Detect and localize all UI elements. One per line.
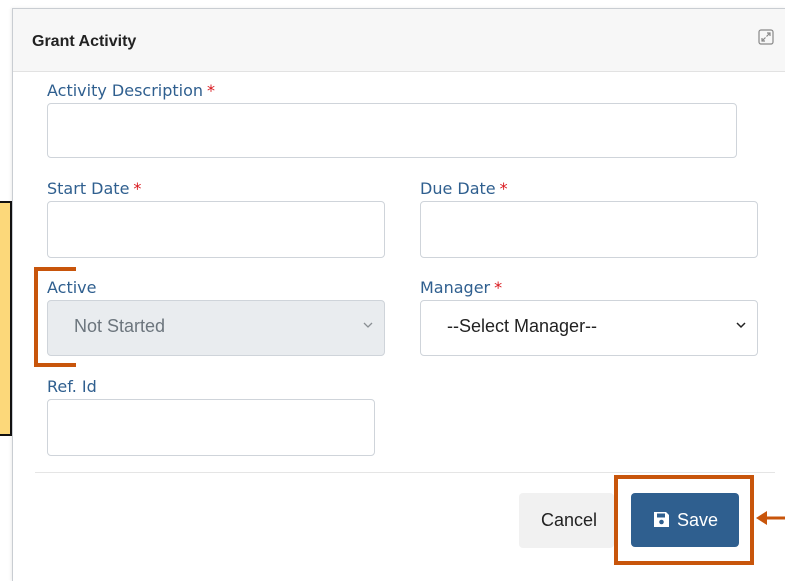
ref-id-label: Ref. Id — [47, 377, 97, 396]
due-date-input[interactable] — [420, 201, 758, 258]
start-date-input[interactable] — [47, 201, 385, 258]
start-date-label: Start Date * — [47, 179, 142, 198]
due-date-label: Due Date * — [420, 179, 508, 198]
required-marker: * — [133, 179, 142, 198]
required-marker: * — [494, 278, 503, 297]
active-status-value: Not Started — [74, 316, 166, 336]
ref-id-input[interactable] — [47, 399, 375, 456]
cancel-button-label: Cancel — [541, 510, 598, 530]
cancel-button[interactable]: Cancel — [519, 493, 614, 548]
required-marker: * — [207, 81, 216, 100]
manager-label: Manager * — [420, 278, 503, 297]
activity-description-input[interactable] — [47, 103, 737, 158]
footer-divider — [35, 472, 775, 473]
dialog-title: Grant Activity — [32, 33, 137, 50]
active-status-select: Not Started — [47, 300, 385, 356]
annotation-callout — [0, 201, 12, 436]
arrow-left-icon — [756, 511, 785, 525]
manager-select[interactable]: --Select Manager-- — [420, 300, 758, 356]
annotation-bracket — [34, 267, 76, 367]
chevron-down-icon — [363, 322, 373, 328]
activity-description-label: Activity Description * — [47, 81, 216, 100]
chevron-down-icon — [736, 322, 746, 329]
manager-value: --Select Manager-- — [447, 316, 598, 336]
save-highlight-box — [614, 475, 754, 565]
required-marker: * — [499, 179, 508, 198]
dialog-header: Grant Activity — [13, 9, 785, 72]
expand-icon[interactable] — [758, 29, 774, 45]
